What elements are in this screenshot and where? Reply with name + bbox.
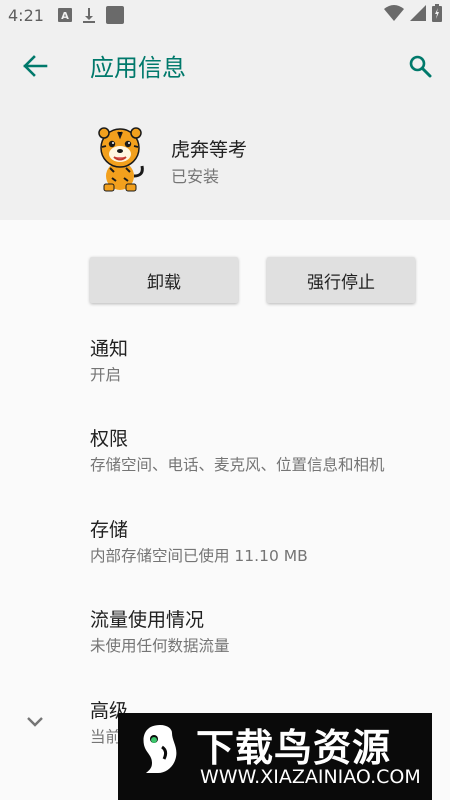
search-icon	[409, 55, 432, 78]
a-notification-icon: A	[57, 8, 72, 22]
watermark-url: WWW.XIAZAINIAO.COM	[200, 766, 421, 788]
back-button[interactable]	[18, 52, 52, 80]
battery-icon	[432, 4, 442, 26]
bird-logo-icon	[132, 721, 188, 777]
settings-item-subtitle: 未使用任何数据流量	[90, 637, 230, 655]
wifi-icon	[384, 5, 404, 25]
settings-item-notifications[interactable]: 通知 开启	[90, 337, 435, 386]
cell-signal-icon	[410, 5, 426, 25]
settings-item-subtitle: 开启	[90, 366, 122, 384]
force-stop-button[interactable]: 强行停止	[267, 257, 415, 303]
settings-item-title: 通知	[90, 338, 129, 360]
watermark-banner: 下载鸟资源 WWW.XIAZAINIAO.COM	[118, 713, 432, 800]
square-app-icon	[105, 6, 124, 24]
status-time: 4:21	[8, 5, 44, 25]
arrow-left-icon	[23, 55, 48, 77]
settings-item-data-usage[interactable]: 流量使用情况 未使用任何数据流量	[90, 608, 435, 657]
watermark-name: 下载鸟资源	[196, 726, 392, 770]
app-name: 虎奔等考	[171, 139, 248, 161]
page-title: 应用信息	[90, 54, 186, 82]
settings-item-permissions[interactable]: 权限 存储空间、电话、麦克风、位置信息和相机	[90, 427, 435, 476]
settings-item-subtitle: 存储空间、电话、麦克风、位置信息和相机	[90, 456, 385, 474]
settings-item-title: 存储	[90, 519, 129, 541]
settings-item-storage[interactable]: 存储 内部存储空间已使用 11.10 MB	[90, 518, 435, 567]
search-button[interactable]	[403, 50, 437, 82]
tiger-app-icon	[92, 126, 148, 192]
download-icon	[82, 7, 96, 23]
svg-text:A: A	[61, 11, 69, 22]
status-bar: 4:21 A	[0, 0, 450, 30]
app-bar: 应用信息	[0, 30, 450, 102]
uninstall-button[interactable]: 卸载	[90, 257, 238, 303]
app-install-status: 已安装	[171, 167, 220, 186]
settings-item-title: 权限	[90, 428, 129, 450]
settings-item-title: 流量使用情况	[90, 609, 205, 631]
app-header: 虎奔等考 已安装	[0, 102, 450, 220]
settings-item-subtitle: 内部存储空间已使用 11.10 MB	[90, 547, 308, 565]
chevron-down-icon[interactable]	[22, 709, 48, 735]
